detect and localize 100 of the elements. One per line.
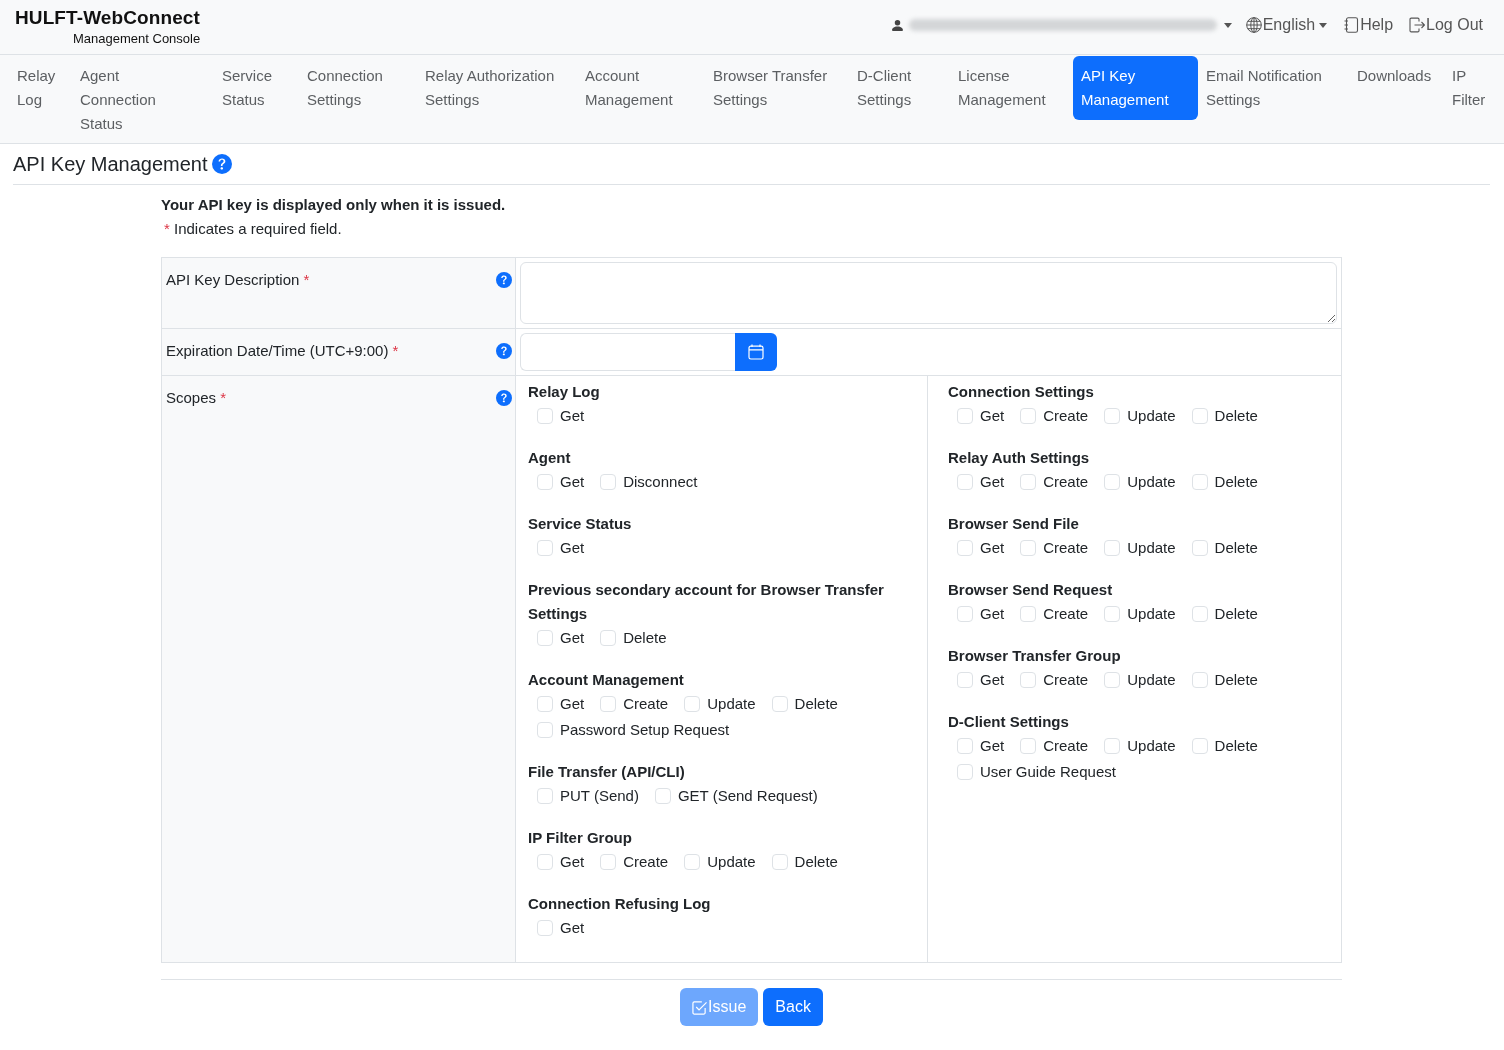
checkbox-label[interactable]: Create — [623, 692, 669, 716]
help-icon[interactable] — [496, 390, 512, 406]
checkbox[interactable] — [600, 630, 617, 646]
checkbox-label[interactable]: Password Setup Request — [560, 718, 730, 742]
checkbox[interactable] — [1191, 474, 1208, 490]
checkbox-label[interactable]: User Guide Request — [980, 760, 1116, 784]
checkbox[interactable] — [537, 788, 553, 804]
checkbox-label[interactable]: Get — [560, 536, 585, 560]
checkbox-label[interactable]: Delete — [1214, 404, 1258, 428]
checkbox-label[interactable]: Get — [560, 692, 585, 716]
date-time-field[interactable] — [520, 333, 735, 371]
checkbox-label[interactable]: Delete — [1214, 734, 1258, 758]
language-menu[interactable]: English — [1245, 13, 1328, 37]
nav-tab[interactable]: Agent Connection Status — [72, 56, 172, 144]
back-button[interactable]: Back — [763, 988, 823, 1026]
checkbox[interactable] — [1020, 474, 1037, 490]
checkbox[interactable] — [1104, 408, 1121, 424]
help-icon[interactable] — [496, 272, 512, 288]
checkbox-label[interactable]: Delete — [1214, 668, 1258, 692]
checkbox-label[interactable]: Disconnect — [623, 470, 698, 494]
checkbox[interactable] — [537, 408, 553, 424]
checkbox-label[interactable]: Delete — [623, 626, 667, 650]
checkbox[interactable] — [771, 854, 788, 870]
nav-tab[interactable]: Browser Transfer Settings — [705, 56, 849, 120]
checkbox[interactable] — [684, 696, 701, 712]
checkbox-label[interactable]: Update — [1127, 470, 1176, 494]
checkbox-label[interactable]: Create — [1043, 404, 1089, 428]
checkbox[interactable] — [957, 672, 973, 688]
checkbox[interactable] — [1020, 606, 1037, 622]
checkbox[interactable] — [1104, 540, 1121, 556]
checkbox-label[interactable]: Update — [1127, 536, 1176, 560]
checkbox[interactable] — [957, 738, 973, 754]
nav-tab[interactable]: Relay Log — [9, 56, 72, 120]
nav-tab[interactable]: API Key Management — [1073, 56, 1198, 120]
checkbox-label[interactable]: Update — [1127, 602, 1176, 626]
checkbox-label[interactable]: Create — [623, 850, 669, 874]
checkbox-label[interactable]: Update — [1127, 734, 1176, 758]
checkbox-label[interactable]: Create — [1043, 602, 1089, 626]
checkbox-label[interactable]: Delete — [1214, 536, 1258, 560]
checkbox[interactable] — [537, 630, 553, 646]
checkbox-label[interactable]: PUT (Send) — [560, 784, 639, 808]
checkbox-label[interactable]: Get — [980, 734, 1005, 758]
logout-link[interactable]: Log Out — [1409, 13, 1483, 37]
checkbox[interactable] — [1191, 540, 1208, 556]
checkbox[interactable] — [1020, 540, 1037, 556]
nav-tab[interactable]: Relay Authorization Settings — [417, 56, 577, 120]
nav-tab[interactable]: Email Notification Settings — [1198, 56, 1349, 120]
checkbox-label[interactable]: Delete — [794, 692, 838, 716]
description-field[interactable] — [520, 262, 1337, 324]
checkbox[interactable] — [600, 696, 617, 712]
checkbox-label[interactable]: Get — [560, 404, 585, 428]
checkbox-label[interactable]: Get — [980, 668, 1005, 692]
checkbox-label[interactable]: Create — [1043, 536, 1089, 560]
nav-tab[interactable]: License Management — [950, 56, 1073, 120]
checkbox-label[interactable]: Update — [707, 692, 756, 716]
checkbox-label[interactable]: GET (Send Request) — [677, 784, 818, 808]
person-icon[interactable] — [891, 19, 903, 31]
checkbox[interactable] — [957, 408, 973, 424]
checkbox-label[interactable]: Delete — [1214, 602, 1258, 626]
help-icon[interactable] — [211, 154, 232, 174]
help-link[interactable]: Help — [1343, 13, 1394, 37]
checkbox-label[interactable]: Get — [980, 536, 1005, 560]
checkbox[interactable] — [1020, 408, 1037, 424]
checkbox-label[interactable]: Update — [707, 850, 756, 874]
checkbox-label[interactable]: Get — [980, 470, 1005, 494]
checkbox-label[interactable]: Get — [980, 602, 1005, 626]
help-icon[interactable] — [496, 343, 512, 359]
checkbox-label[interactable]: Update — [1127, 668, 1176, 692]
checkbox[interactable] — [600, 474, 617, 490]
checkbox-label[interactable]: Get — [980, 404, 1005, 428]
checkbox[interactable] — [1104, 672, 1121, 688]
nav-tab[interactable]: IP Filter — [1444, 56, 1496, 120]
checkbox-label[interactable]: Create — [1043, 470, 1089, 494]
checkbox[interactable] — [537, 854, 553, 870]
caret-icon[interactable] — [1223, 22, 1232, 28]
checkbox[interactable] — [537, 540, 553, 556]
checkbox[interactable] — [1104, 738, 1121, 754]
checkbox-label[interactable]: Get — [560, 626, 585, 650]
checkbox[interactable] — [600, 854, 617, 870]
checkbox[interactable] — [537, 474, 553, 490]
checkbox-label[interactable]: Update — [1127, 404, 1176, 428]
checkbox[interactable] — [957, 764, 973, 780]
checkbox[interactable] — [1191, 672, 1208, 688]
checkbox[interactable] — [1191, 606, 1208, 622]
checkbox[interactable] — [1020, 672, 1037, 688]
checkbox-label[interactable]: Delete — [1214, 470, 1258, 494]
nav-tab[interactable]: Connection Settings — [299, 56, 417, 120]
calendar-button[interactable] — [735, 333, 777, 371]
nav-tab[interactable]: Account Management — [577, 56, 705, 120]
nav-tab[interactable]: Downloads — [1349, 56, 1444, 96]
checkbox[interactable] — [771, 696, 788, 712]
checkbox-label[interactable]: Get — [560, 850, 585, 874]
checkbox[interactable] — [1104, 606, 1121, 622]
checkbox[interactable] — [654, 788, 671, 804]
checkbox[interactable] — [537, 920, 553, 936]
checkbox-label[interactable]: Get — [560, 470, 585, 494]
checkbox[interactable] — [1191, 738, 1208, 754]
checkbox[interactable] — [537, 696, 553, 712]
checkbox[interactable] — [537, 722, 553, 738]
checkbox-label[interactable]: Create — [1043, 668, 1089, 692]
